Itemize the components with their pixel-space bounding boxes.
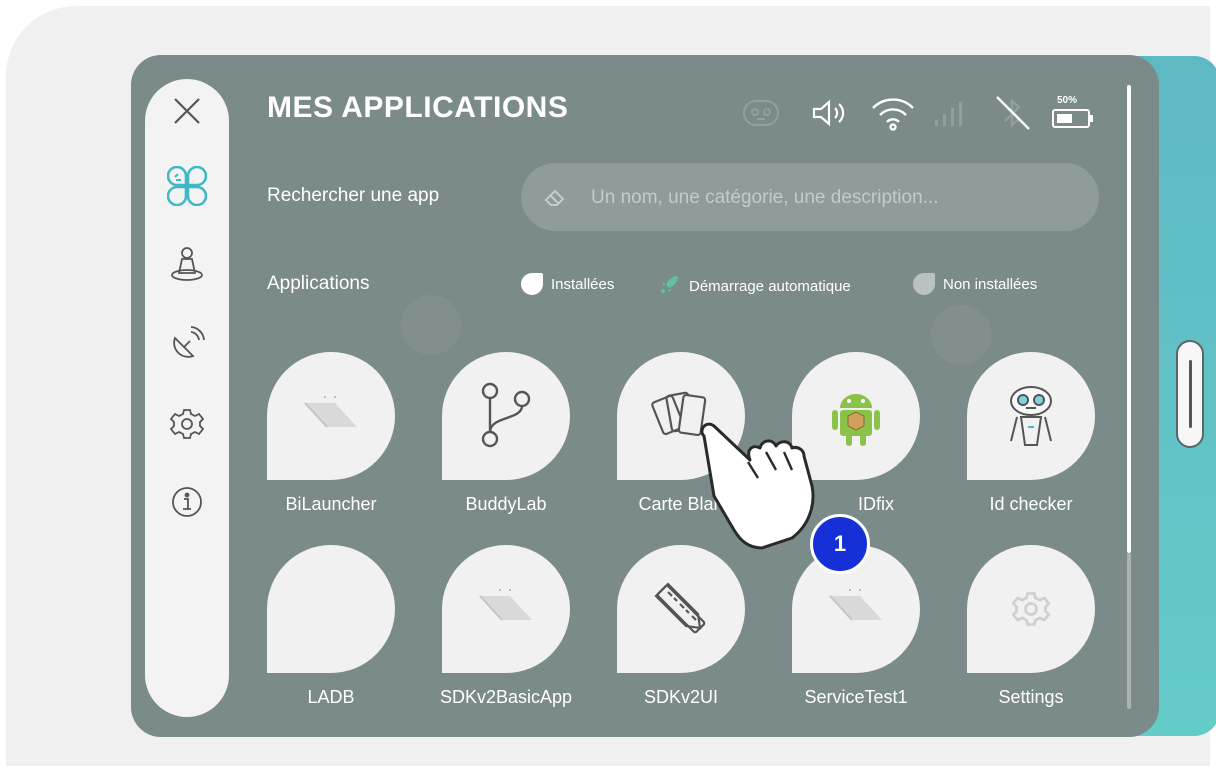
close-icon[interactable]: [167, 91, 207, 131]
app-icon-tile[interactable]: [267, 352, 395, 480]
volume-icon[interactable]: [807, 93, 853, 133]
page-title: MES APPLICATIONS: [267, 91, 569, 124]
step-badge: 1: [810, 514, 870, 574]
app-icon-tile[interactable]: [267, 545, 395, 673]
rocket-icon: [659, 273, 681, 299]
app-label: BuddyLab: [465, 494, 547, 514]
app-icon-tile[interactable]: [442, 545, 570, 673]
search-label: Rechercher une app: [267, 185, 440, 206]
sidebar: [145, 79, 229, 717]
robot-face-status-icon: [739, 93, 783, 133]
app-tile[interactable]: SDKv2BasicApp: [436, 545, 576, 708]
robot-figure-icon[interactable]: [167, 245, 207, 285]
branch-icon: [481, 382, 531, 448]
app-tile[interactable]: Id checker: [961, 352, 1101, 515]
app-tile[interactable]: LADB: [261, 545, 401, 708]
app-label: SDKv2BasicApp: [439, 687, 573, 707]
app-label: BiLauncher: [285, 494, 377, 514]
legend-not-installed: Non installées: [913, 273, 1037, 295]
buddy-robot-icon: [1010, 386, 1052, 446]
app-tile[interactable]: BuddyLab: [436, 352, 576, 515]
apps-icon[interactable]: [167, 166, 207, 206]
gear-icon[interactable]: [167, 404, 207, 444]
app-icon-tile[interactable]: [967, 545, 1095, 673]
app-label: ServiceTest1: [804, 687, 908, 707]
app-label: LADB: [307, 687, 355, 707]
app-tile[interactable]: BiLauncher: [261, 352, 401, 515]
drawer-handle[interactable]: [1176, 340, 1204, 448]
applications-panel: MES APPLICATIONS 50% Rechercher une app …: [131, 55, 1159, 737]
placeholder-icon: [304, 396, 357, 428]
app-icon-tile[interactable]: [442, 352, 570, 480]
app-label: SDKv2UI: [643, 687, 719, 707]
placeholder-icon: [829, 589, 882, 621]
battery-label: 50%: [1056, 95, 1077, 106]
battery-icon: 50%: [1049, 93, 1097, 133]
cellular-signal-icon: [929, 93, 969, 133]
wifi-icon[interactable]: [867, 93, 919, 133]
bluetooth-off-icon[interactable]: [989, 93, 1035, 133]
legend-installed-label: Installées: [551, 275, 615, 293]
app-label: Settings: [998, 687, 1064, 707]
scrollbar-track[interactable]: [1127, 553, 1131, 709]
placeholder-icon: [479, 589, 532, 621]
eraser-icon[interactable]: [543, 185, 567, 214]
not-installed-dot-icon: [913, 273, 935, 295]
search-bar[interactable]: [521, 163, 1099, 231]
legend-autostart-label: Démarrage automatique: [689, 277, 851, 295]
gear-icon: [1011, 592, 1051, 626]
search-input[interactable]: [589, 183, 1073, 213]
app-icon-tile[interactable]: [617, 545, 745, 673]
legend-not-installed-label: Non installées: [943, 275, 1038, 293]
app-tile[interactable]: ServiceTest1: [786, 545, 926, 708]
app-tile[interactable]: Settings: [961, 545, 1101, 708]
installed-dot-icon: [521, 273, 543, 295]
scrollbar-thumb[interactable]: [1127, 85, 1131, 553]
legend-autostart: Démarrage automatique: [659, 273, 851, 299]
app-icon-tile[interactable]: [967, 352, 1095, 480]
design-tools-icon: [654, 582, 706, 634]
app-tile[interactable]: SDKv2UI: [611, 545, 751, 708]
legend-installed: Installées: [521, 273, 614, 295]
satellite-dish-icon[interactable]: [167, 324, 207, 364]
info-icon[interactable]: [167, 482, 207, 522]
applications-label: Applications: [267, 273, 370, 294]
app-label: Id checker: [989, 494, 1073, 514]
